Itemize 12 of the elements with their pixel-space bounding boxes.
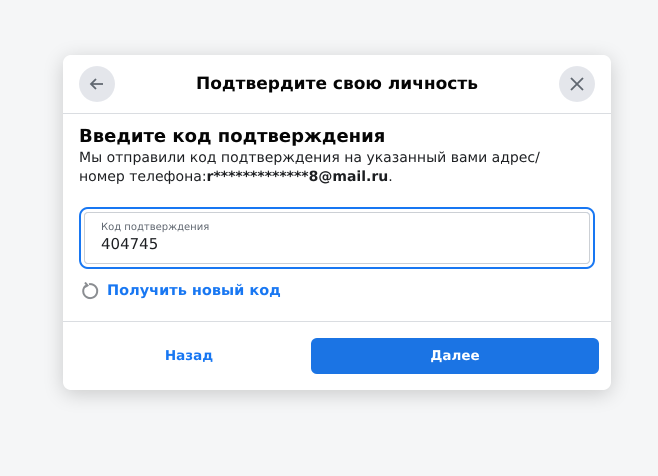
dialog-title: Подтвердите свою личность: [196, 74, 478, 94]
back-arrow-icon: [89, 76, 105, 92]
field-label: Код подтверждения: [101, 222, 210, 233]
next-button[interactable]: Далее: [311, 338, 599, 374]
close-button[interactable]: [559, 66, 595, 102]
instruction-text: Мы отправили код подтверждения на указанный вами адрес/ номер телефона:r*************8@mail.ru.: [79, 149, 541, 187]
close-icon: [569, 76, 585, 92]
back-button[interactable]: [79, 66, 115, 102]
section-heading: Введите код подтверждения: [79, 126, 386, 147]
refresh-icon: [79, 281, 99, 301]
resend-code-link[interactable]: Получить новый код: [107, 283, 281, 299]
back-text-button[interactable]: Назад: [79, 338, 299, 374]
